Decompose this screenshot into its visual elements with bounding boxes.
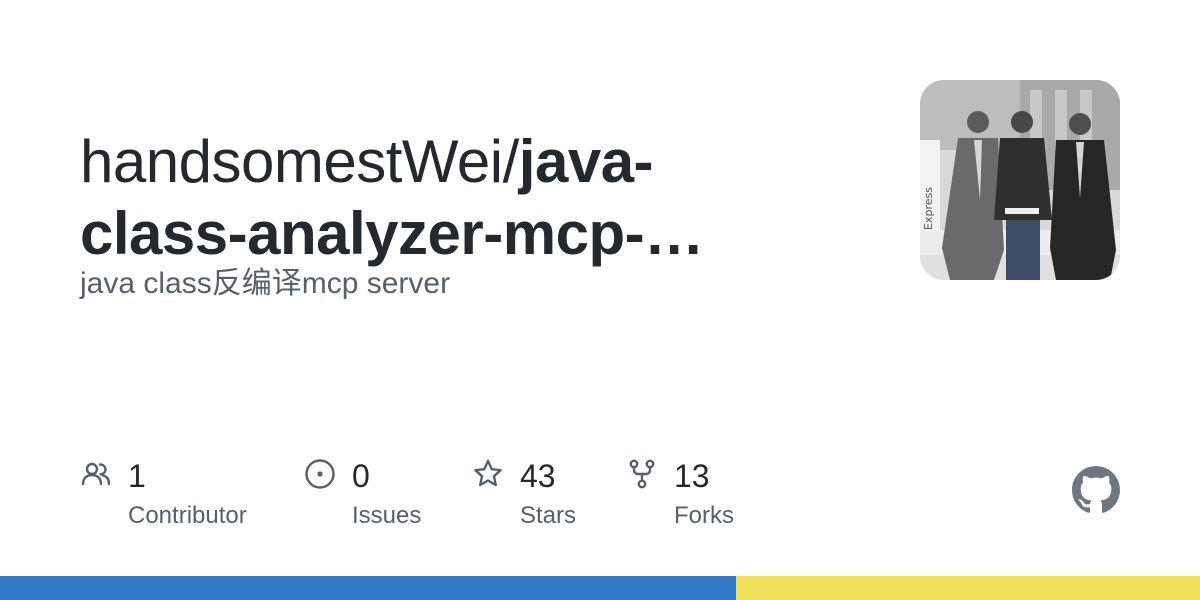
- star-icon: [472, 458, 504, 490]
- issue-opened-icon: [304, 458, 336, 490]
- github-logo-icon[interactable]: [1072, 466, 1120, 514]
- avatar-photo: Express: [920, 80, 1120, 280]
- forks-count: 13: [674, 458, 710, 494]
- language-bar: [0, 576, 1200, 600]
- contributors-count: 1: [128, 458, 146, 494]
- contributors-label: Contributor: [128, 502, 247, 529]
- forks-label: Forks: [674, 502, 734, 529]
- repo-description: java class反编译mcp server: [80, 267, 451, 300]
- language-segment-0: [0, 576, 736, 600]
- people-icon: [80, 458, 112, 490]
- svg-text:Express: Express: [922, 187, 935, 230]
- language-segment-1: [735, 576, 1200, 600]
- repo-forked-icon: [626, 458, 658, 490]
- owner-avatar[interactable]: Express: [920, 80, 1120, 280]
- issues-count: 0: [352, 458, 370, 494]
- issues-label: Issues: [352, 502, 422, 529]
- stars-label: Stars: [520, 502, 577, 529]
- repo-title: handsomestWei/java- class-analyzer-mcp-…: [80, 126, 780, 270]
- repo-owner[interactable]: handsomestWei/: [80, 128, 519, 195]
- repo-name-line-2[interactable]: class-analyzer-mcp-…: [80, 200, 704, 267]
- stars-count: 43: [520, 458, 556, 494]
- repo-name-line-1[interactable]: java-: [519, 128, 654, 195]
